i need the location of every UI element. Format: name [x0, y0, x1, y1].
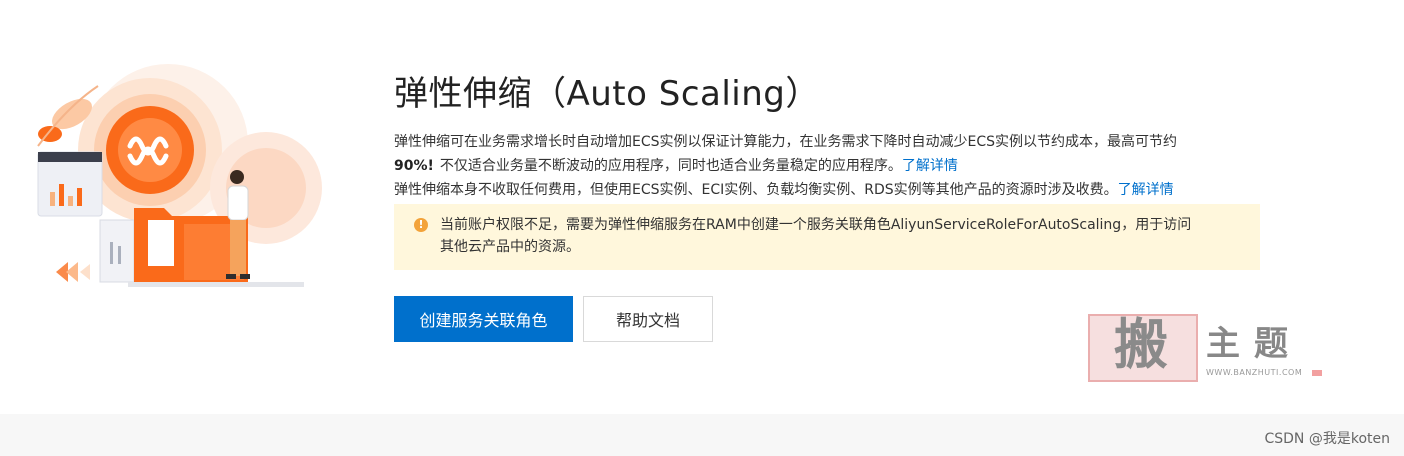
alert-message-line-1: 当前账户权限不足，需要为弹性伸缩服务在RAM中创建一个服务关联角色AliyunS… — [440, 217, 1192, 233]
savings-highlight: 90%! — [394, 158, 434, 174]
description-line-3: 弹性伸缩本身不收取任何费用，但使用ECS实例、ECI实例、负载均衡实例、RDS实… — [394, 178, 1264, 202]
floor-line — [128, 282, 304, 287]
alert-message: 当前账户权限不足，需要为弹性伸缩服务在RAM中创建一个服务关联角色AliyunS… — [440, 214, 1191, 258]
description-line-2-text: 不仅适合业务量不断波动的应用程序，同时也适合业务量稳定的应用程序。 — [439, 158, 902, 174]
watermark-mark — [1312, 370, 1322, 376]
help-docs-button[interactable]: 帮助文档 — [583, 296, 713, 342]
alert-message-line-2: 其他云产品中的资源。 — [440, 239, 580, 255]
person-body — [227, 185, 249, 221]
chart-bar — [50, 192, 55, 206]
server-tower — [99, 219, 135, 283]
warning-icon: ! — [414, 218, 428, 232]
chart-bar — [68, 196, 73, 206]
folder-document — [148, 220, 174, 266]
banzhuti-watermark: 搬 主题 WWW.BANZHUTI.COM — [1088, 312, 1328, 384]
person-shoe — [226, 274, 236, 279]
left-arrow-icon — [80, 264, 90, 280]
person-head — [230, 170, 244, 184]
main-panel: 弹性伸缩（Auto Scaling） 弹性伸缩可在业务需求增长时自动增加ECS实… — [0, 0, 1404, 414]
csdn-credit: CSDN @我是koten — [1264, 431, 1390, 447]
watermark-url: WWW.BANZHUTI.COM — [1206, 368, 1303, 377]
watermark-text: 主题 — [1206, 324, 1302, 364]
watermark-seal-char: 搬 — [1114, 312, 1168, 376]
footer-bar: CSDN @我是koten — [0, 414, 1404, 456]
description-line-3-text: 弹性伸缩本身不收取任何费用，但使用ECS实例、ECI实例、负载均衡实例、RDS实… — [394, 182, 1118, 198]
page-title: 弹性伸缩（Auto Scaling） — [394, 74, 820, 114]
chart-bar — [77, 188, 82, 206]
description-line-2: 90%! 不仅适合业务量不断波动的应用程序，同时也适合业务量稳定的应用程序。了解详… — [394, 154, 1264, 178]
chart-bar — [59, 184, 64, 206]
leaf-decoration-2 — [38, 126, 62, 142]
auto-scaling-illustration — [37, 64, 322, 287]
permission-warning-alert: ! 当前账户权限不足，需要为弹性伸缩服务在RAM中创建一个服务关联角色Aliyu… — [394, 204, 1260, 270]
person-shoe — [240, 274, 250, 279]
create-service-role-button[interactable]: 创建服务关联角色 — [394, 296, 573, 342]
learn-more-link-2[interactable]: 了解详情 — [1118, 182, 1174, 198]
server-slot — [118, 246, 121, 264]
person-legs — [230, 220, 246, 276]
description-line-1: 弹性伸缩可在业务需求增长时自动增加ECS实例以保证计算能力，在业务需求下降时自动… — [394, 134, 1178, 150]
description: 弹性伸缩可在业务需求增长时自动增加ECS实例以保证计算能力，在业务需求下降时自动… — [394, 130, 1264, 202]
dashboard-titlebar — [38, 152, 102, 162]
learn-more-link-1[interactable]: 了解详情 — [902, 158, 958, 174]
server-slot — [110, 242, 113, 264]
intro-content: 弹性伸缩（Auto Scaling） 弹性伸缩可在业务需求增长时自动增加ECS实… — [394, 70, 1264, 342]
